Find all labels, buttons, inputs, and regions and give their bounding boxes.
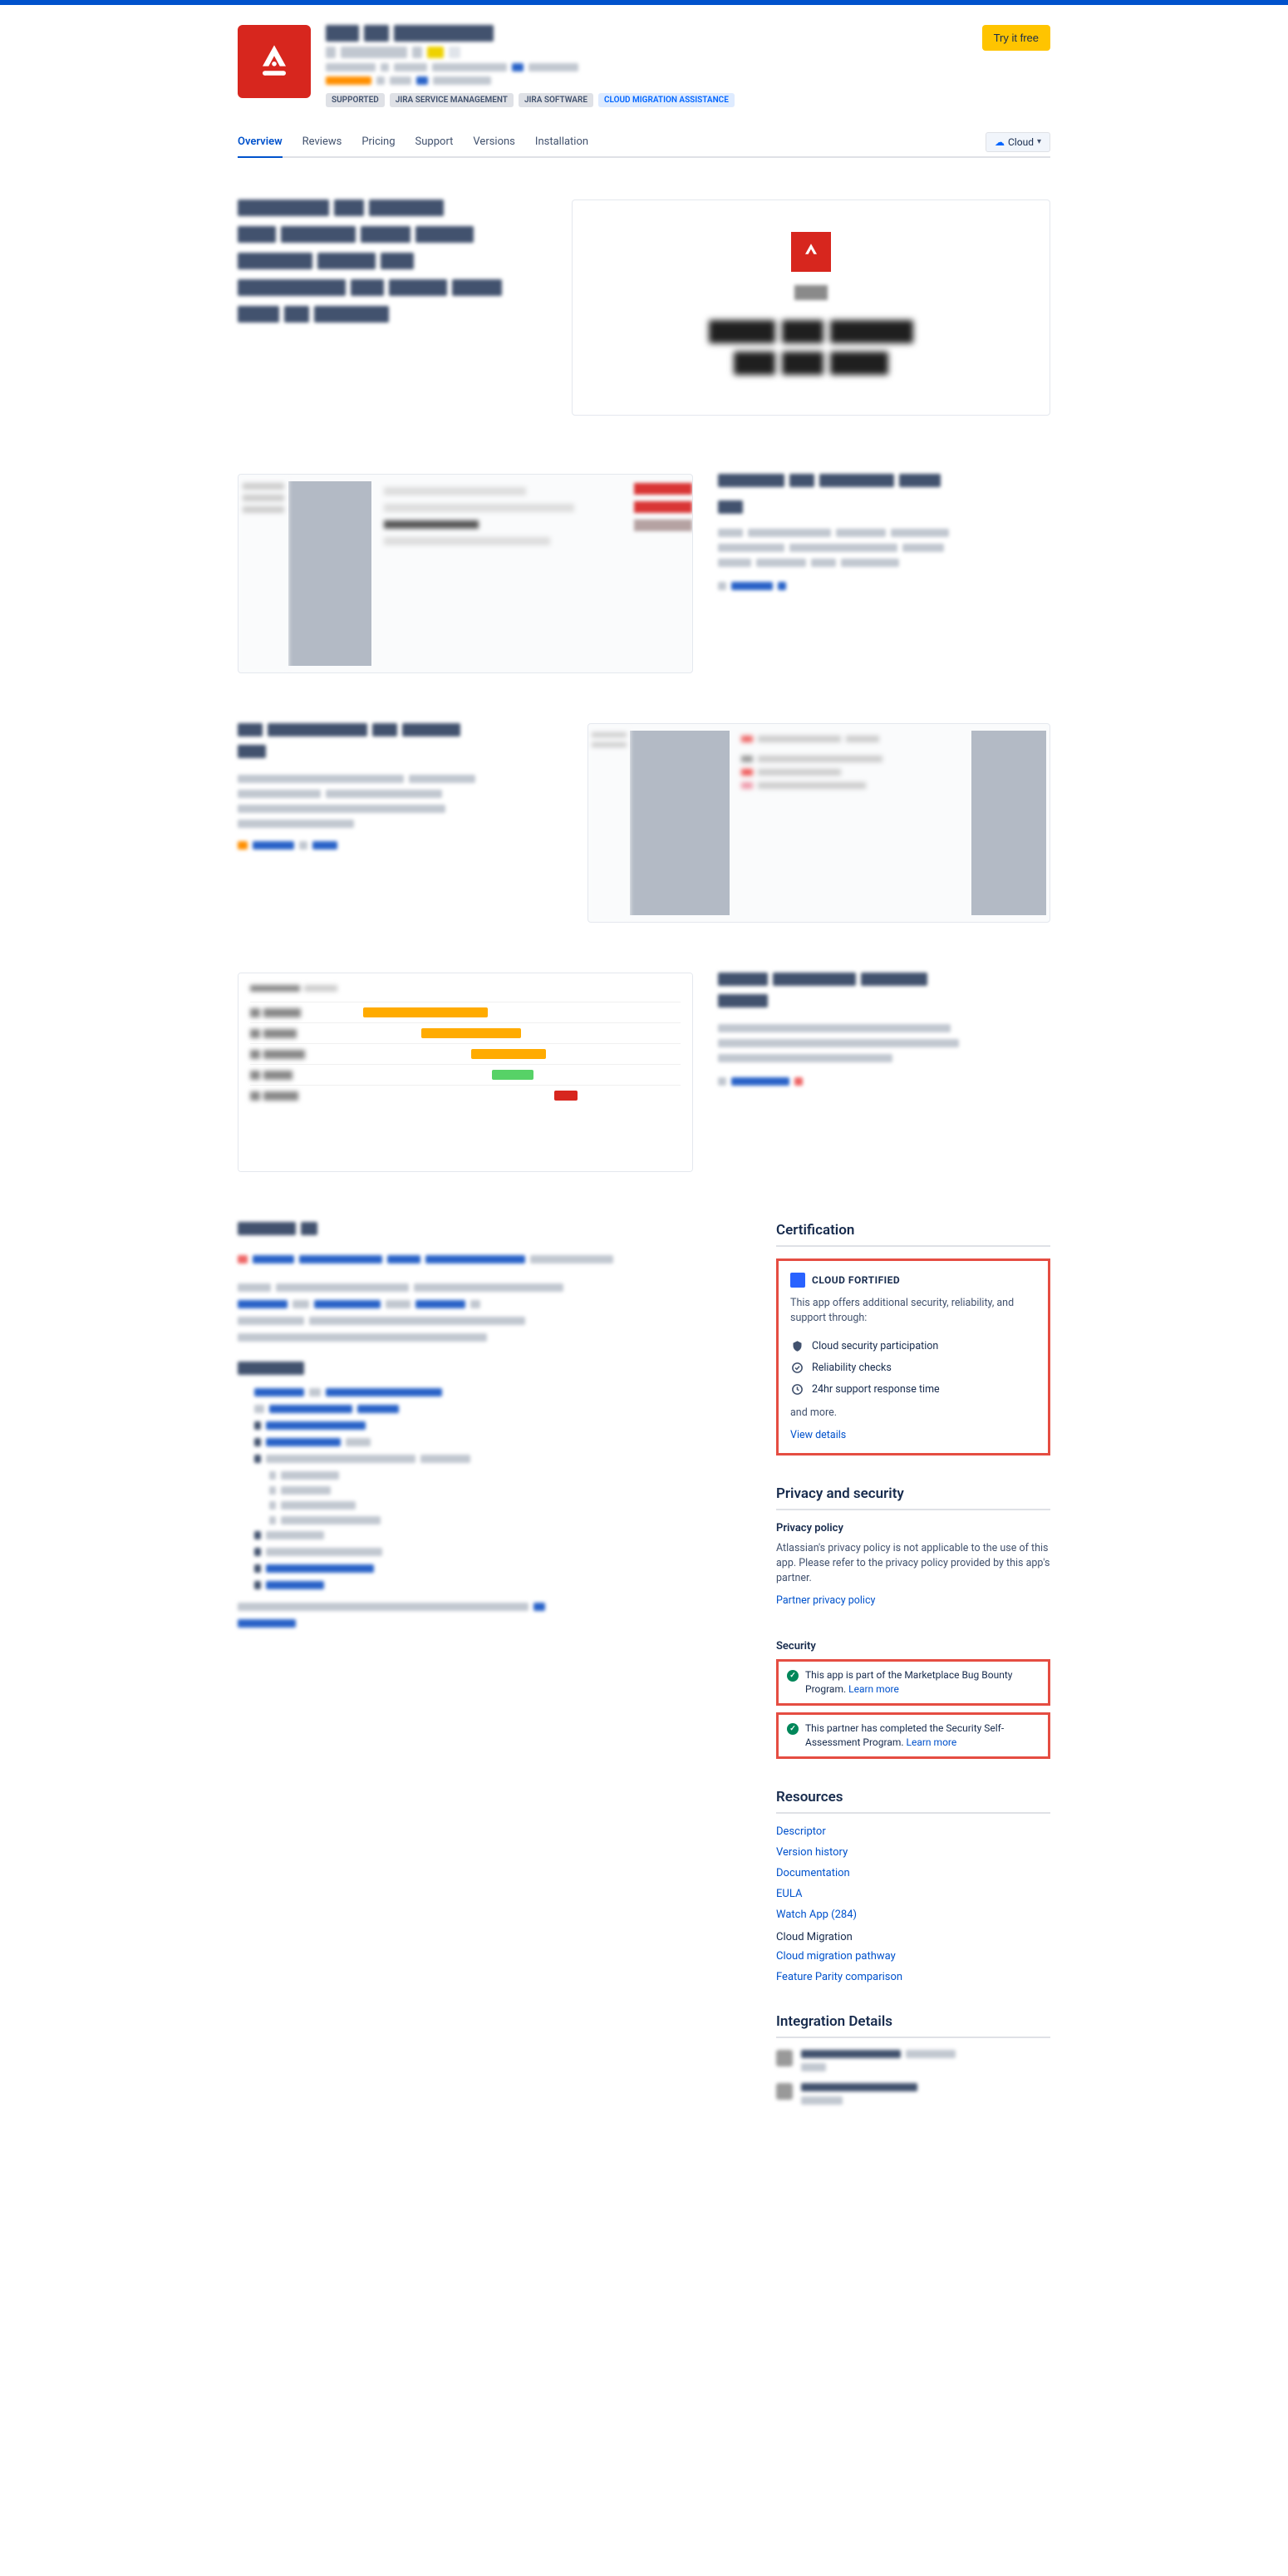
integration-heading: Integration Details [776,2013,1050,2038]
integration-icon [776,2050,793,2066]
app-header: SUPPORTED JIRA SERVICE MANAGEMENT JIRA S… [238,25,1050,107]
feature-text-1 [718,474,1050,673]
tab-overview[interactable]: Overview [238,127,283,158]
app-icon [238,25,311,98]
feature-image-3 [238,973,693,1172]
link-watch-app[interactable]: Watch App (284) [776,1909,1050,1921]
clock-icon [790,1382,804,1396]
and-more-text: and more. [790,1406,1036,1419]
tab-installation[interactable]: Installation [535,127,588,158]
integration-icon [776,2083,793,2100]
cloud-migration-label: Cloud Migration [776,1931,1050,1943]
hosting-dropdown[interactable]: ☁ Cloud ▾ [986,132,1050,152]
cloud-fortified-box: CLOUD FORTIFIED This app offers addition… [776,1258,1050,1455]
link-migration-pathway[interactable]: Cloud migration pathway [776,1950,1050,1963]
tab-reviews[interactable]: Reviews [302,127,342,158]
shield-icon [790,1339,804,1352]
feature-image-1 [238,474,693,673]
bug-bounty-box: This app is part of the Marketplace Bug … [776,1659,1050,1706]
link-feature-parity[interactable]: Feature Parity comparison [776,1971,1050,1983]
feature-row-1 [238,474,1050,673]
resources-section: Resources Descriptor Version history Doc… [776,1789,1050,1983]
self-assessment-box: This partner has completed the Security … [776,1712,1050,1759]
tab-pricing[interactable]: Pricing [361,127,395,158]
main-column [238,1222,726,2135]
tag-migration: CLOUD MIGRATION ASSISTANCE [598,93,735,107]
privacy-heading: Privacy and security [776,1485,1050,1510]
app-title-block: SUPPORTED JIRA SERVICE MANAGEMENT JIRA S… [326,25,735,107]
certification-heading: Certification [776,1222,1050,1247]
link-descriptor[interactable]: Descriptor [776,1825,1050,1838]
hero-section [238,199,1050,416]
tag-jsm: JIRA SERVICE MANAGEMENT [390,93,514,107]
nav-row: Overview Reviews Pricing Support Version… [238,127,1050,158]
check-icon [787,1670,799,1682]
cf-item-support: 24hr support response time [812,1383,940,1396]
link-eula[interactable]: EULA [776,1888,1050,1900]
privacy-policy-text: Atlassian's privacy policy is not applic… [776,1541,1050,1586]
cloud-icon: ☁ [995,136,1005,148]
fortified-icon [790,1273,805,1288]
self-assessment-text: This partner has completed the Security … [805,1722,1004,1748]
security-heading: Security [776,1640,1050,1652]
feature-text-2 [238,723,563,923]
tab-support[interactable]: Support [415,127,454,158]
tag-supported: SUPPORTED [326,93,385,107]
link-version-history[interactable]: Version history [776,1846,1050,1859]
tab-versions[interactable]: Versions [473,127,514,158]
learn-more-assessment[interactable]: Learn more [907,1736,957,1748]
view-details-link[interactable]: View details [790,1429,846,1441]
check-icon [790,1361,804,1374]
learn-more-bugbounty[interactable]: Learn more [848,1683,899,1695]
hero-preview [572,199,1050,416]
check-icon [787,1723,799,1735]
integration-section: Integration Details [776,2013,1050,2105]
feature-image-2 [587,723,1050,923]
sidebar: Certification CLOUD FORTIFIED This app o… [776,1222,1050,2135]
feature-row-2 [238,723,1050,923]
feature-row-3 [238,973,1050,1172]
chevron-down-icon: ▾ [1037,137,1041,146]
privacy-security-section: Privacy and security Privacy policy Atla… [776,1485,1050,1759]
dropdown-label: Cloud [1008,136,1034,148]
cf-item-reliability: Reliability checks [812,1362,892,1374]
hero-headline [238,199,547,416]
cloud-fortified-label: CLOUD FORTIFIED [812,1274,900,1286]
cf-item-security: Cloud security participation [812,1340,938,1352]
feature-text-3 [718,973,1050,1172]
app-tags: SUPPORTED JIRA SERVICE MANAGEMENT JIRA S… [326,93,735,107]
bug-bounty-text: This app is part of the Marketplace Bug … [805,1669,1012,1695]
link-documentation[interactable]: Documentation [776,1867,1050,1879]
try-free-button[interactable]: Try it free [982,25,1050,51]
partner-privacy-link[interactable]: Partner privacy policy [776,1594,875,1607]
cloud-fortified-desc: This app offers additional security, rel… [790,1296,1036,1325]
tag-jsw: JIRA SOFTWARE [519,93,593,107]
privacy-policy-heading: Privacy policy [776,1522,1050,1534]
certification-section: Certification CLOUD FORTIFIED This app o… [776,1222,1050,1455]
resources-heading: Resources [776,1789,1050,1814]
